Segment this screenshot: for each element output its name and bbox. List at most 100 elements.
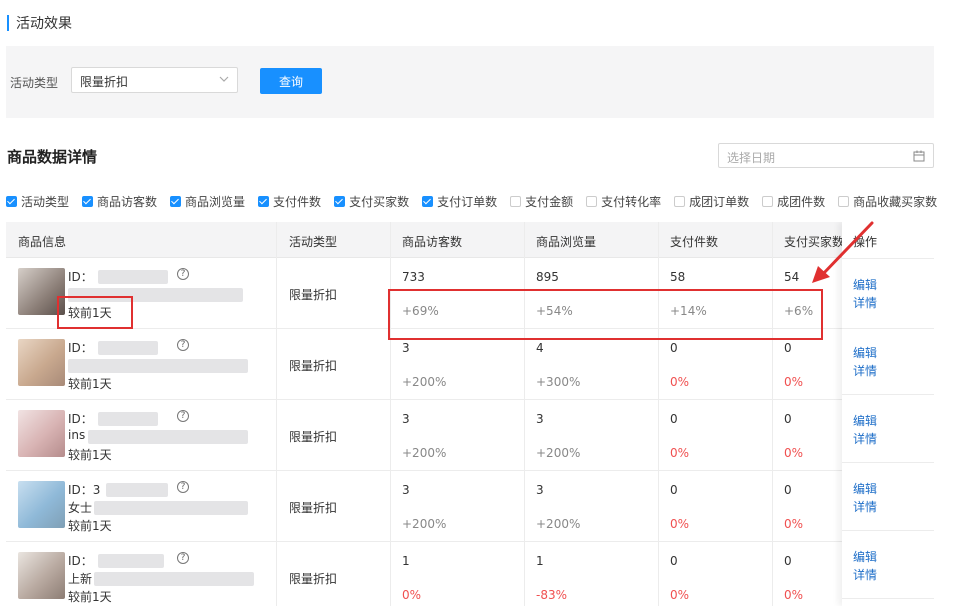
redacted-id	[106, 483, 168, 497]
activity-type-cell: 限量折扣	[289, 288, 338, 302]
activity-type-cell: 限量折扣	[289, 359, 338, 373]
checkbox-paid-buyers[interactable]: 支付买家数	[334, 193, 409, 210]
header-views[interactable]: 商品浏览量	[536, 233, 596, 250]
edit-link[interactable]: 编辑	[853, 344, 877, 361]
details-link[interactable]: 详情	[853, 566, 877, 583]
checkbox-checked-icon	[422, 196, 434, 207]
views-change: +200%	[536, 446, 581, 460]
product-id-label: ID：	[68, 270, 93, 284]
product-thumbnail	[18, 481, 65, 528]
activity-type-select[interactable]: 限量折扣	[71, 67, 238, 93]
chevron-down-icon	[219, 76, 229, 82]
paid-items-change: 0%	[670, 375, 690, 389]
checkbox-favorite-buyers[interactable]: 商品收藏买家数	[838, 193, 937, 210]
paid-buyers-change: 0%	[784, 588, 804, 602]
query-button[interactable]: 查询	[260, 68, 322, 94]
product-id-label: ID：	[68, 412, 93, 426]
views-value: 4	[536, 341, 544, 355]
header-paid-items[interactable]: 支付件数	[670, 233, 718, 250]
checkbox-label: 商品浏览量	[185, 195, 246, 209]
row-divider	[842, 394, 934, 395]
details-link[interactable]: 详情	[853, 498, 877, 515]
checkbox-label: 活动类型	[21, 195, 70, 209]
product-data-title: 商品数据详情	[7, 148, 98, 166]
checkbox-group-orders[interactable]: 成团订单数	[674, 193, 749, 210]
table-row: ID： ? 上新 较前1天 限量折扣 1 0% 1 -83% 0 0% 0 0%	[6, 542, 934, 606]
section-accent-bar	[7, 15, 9, 31]
checkbox-paid-items[interactable]: 支付件数	[258, 193, 321, 210]
product-id-label: ID：3	[68, 483, 101, 497]
paid-items-value: 0	[670, 412, 678, 426]
activity-type-label: 活动类型	[10, 76, 59, 90]
checkbox-views[interactable]: 商品浏览量	[170, 193, 245, 210]
paid-items-change: 0%	[670, 517, 690, 531]
checkbox-visitors[interactable]: 商品访客数	[82, 193, 157, 210]
checkbox-paid-orders[interactable]: 支付订单数	[422, 193, 497, 210]
checkbox-label: 商品访客数	[97, 195, 158, 209]
details-link[interactable]: 详情	[853, 362, 877, 379]
help-icon[interactable]: ?	[177, 268, 189, 280]
checkbox-label: 支付转化率	[601, 195, 662, 209]
redacted-id	[98, 412, 158, 426]
help-icon[interactable]: ?	[177, 339, 189, 351]
help-icon[interactable]: ?	[177, 481, 189, 493]
table-header: 商品信息 活动类型 商品访客数 商品浏览量 支付件数 支付买家数	[6, 222, 934, 258]
visitors-change: +200%	[402, 517, 447, 531]
paid-items-value: 0	[670, 483, 678, 497]
paid-items-value: 0	[670, 341, 678, 355]
views-value: 895	[536, 270, 559, 284]
compare-label: 较前1天	[68, 448, 112, 462]
redacted-id	[98, 554, 164, 568]
checkbox-label: 支付买家数	[349, 195, 410, 209]
views-value: 3	[536, 412, 544, 426]
checkbox-unchecked-icon	[586, 196, 598, 207]
redacted-id	[98, 341, 158, 355]
views-change: -83%	[536, 588, 568, 602]
product-title-fragment: 女士	[68, 501, 93, 515]
visitors-change: 0%	[402, 588, 422, 602]
annotation-arrow-icon	[812, 221, 874, 283]
product-thumbnail	[18, 552, 65, 599]
checkbox-unchecked-icon	[510, 196, 522, 207]
redacted-title	[94, 501, 248, 515]
details-link[interactable]: 详情	[853, 294, 877, 311]
edit-link[interactable]: 编辑	[853, 548, 877, 565]
header-visitors[interactable]: 商品访客数	[402, 233, 462, 250]
checkbox-conversion-rate[interactable]: 支付转化率	[586, 193, 661, 210]
paid-buyers-change: 0%	[784, 375, 804, 389]
paid-items-value: 0	[670, 554, 678, 568]
visitors-change: +200%	[402, 375, 447, 389]
edit-link[interactable]: 编辑	[853, 412, 877, 429]
help-icon[interactable]: ?	[177, 410, 189, 422]
date-picker[interactable]: 选择日期	[718, 143, 934, 168]
visitors-value: 1	[402, 554, 410, 568]
visitors-value: 733	[402, 270, 425, 284]
product-data-table: 商品信息 活动类型 商品访客数 商品浏览量 支付件数 支付买家数 ID： ? 较…	[6, 222, 934, 606]
compare-label: 较前1天	[68, 377, 112, 391]
activity-type-cell: 限量折扣	[289, 430, 338, 444]
checkbox-checked-icon	[258, 196, 270, 207]
checkbox-group-items[interactable]: 成团件数	[762, 193, 825, 210]
checkbox-checked-icon	[6, 196, 17, 207]
checkbox-checked-icon	[82, 196, 94, 207]
checkbox-unchecked-icon	[838, 196, 850, 207]
checkbox-unchecked-icon	[762, 196, 774, 207]
redacted-id	[98, 270, 168, 284]
checkbox-checked-icon	[170, 196, 182, 207]
details-link[interactable]: 详情	[853, 430, 877, 447]
paid-buyers-value: 0	[784, 412, 792, 426]
help-icon[interactable]: ?	[177, 552, 189, 564]
checkbox-paid-amount[interactable]: 支付金额	[510, 193, 573, 210]
row-divider	[842, 598, 934, 599]
views-change: +200%	[536, 517, 581, 531]
redacted-title	[88, 430, 248, 444]
product-id-label: ID：	[68, 554, 93, 568]
edit-link[interactable]: 编辑	[853, 480, 877, 497]
paid-buyers-change: 0%	[784, 517, 804, 531]
visitors-value: 3	[402, 483, 410, 497]
checkbox-label: 商品收藏买家数	[853, 195, 938, 209]
views-change: +300%	[536, 375, 581, 389]
checkbox-activity-type[interactable]: 活动类型	[6, 193, 69, 210]
checkbox-unchecked-icon	[674, 196, 686, 207]
filter-panel: 活动类型 限量折扣 查询	[6, 46, 934, 118]
